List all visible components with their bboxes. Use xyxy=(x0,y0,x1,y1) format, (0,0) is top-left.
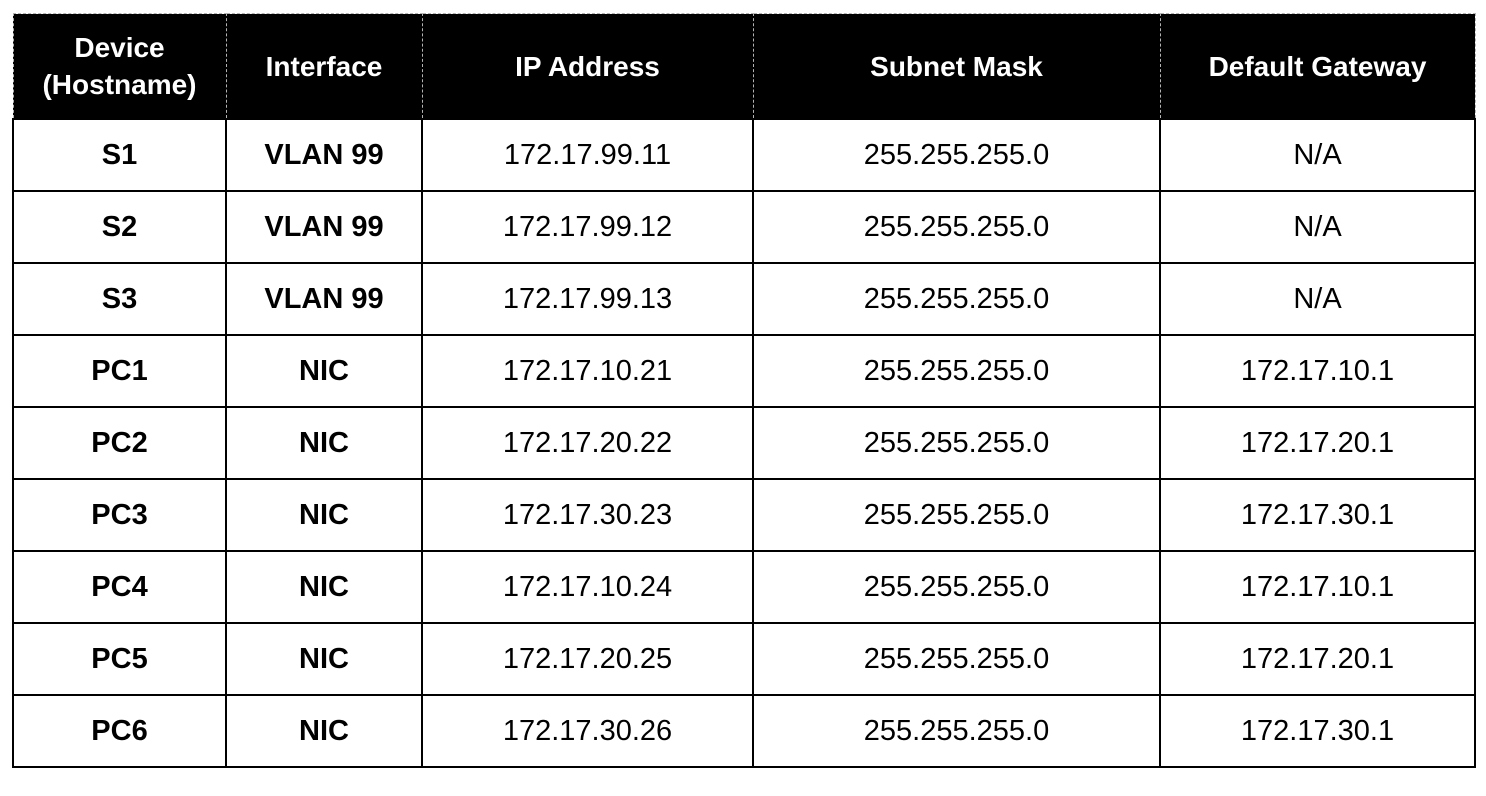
cell-default-gateway: 172.17.10.1 xyxy=(1159,334,1476,408)
cell-ip-address: 172.17.20.25 xyxy=(421,622,754,696)
table-row: PC4 NIC 172.17.10.24 255.255.255.0 172.1… xyxy=(12,550,1476,624)
cell-default-gateway: 172.17.20.1 xyxy=(1159,406,1476,480)
cell-device: S1 xyxy=(12,118,227,192)
table-row: S1 VLAN 99 172.17.99.11 255.255.255.0 N/… xyxy=(12,118,1476,192)
cell-default-gateway: 172.17.10.1 xyxy=(1159,550,1476,624)
cell-device: PC4 xyxy=(12,550,227,624)
cell-subnet-mask: 255.255.255.0 xyxy=(752,622,1161,696)
cell-device: S3 xyxy=(12,262,227,336)
cell-interface: NIC xyxy=(225,622,423,696)
table-row: PC3 NIC 172.17.30.23 255.255.255.0 172.1… xyxy=(12,478,1476,552)
cell-interface: NIC xyxy=(225,406,423,480)
cell-interface: VLAN 99 xyxy=(225,262,423,336)
cell-subnet-mask: 255.255.255.0 xyxy=(752,262,1161,336)
cell-subnet-mask: 255.255.255.0 xyxy=(752,334,1161,408)
cell-device: PC3 xyxy=(12,478,227,552)
cell-ip-address: 172.17.10.24 xyxy=(421,550,754,624)
cell-device: PC5 xyxy=(12,622,227,696)
header-ip-address: IP Address xyxy=(421,13,754,120)
cell-ip-address: 172.17.10.21 xyxy=(421,334,754,408)
cell-default-gateway: 172.17.30.1 xyxy=(1159,478,1476,552)
cell-subnet-mask: 255.255.255.0 xyxy=(752,406,1161,480)
table-row: PC1 NIC 172.17.10.21 255.255.255.0 172.1… xyxy=(12,334,1476,408)
table-body: S1 VLAN 99 172.17.99.11 255.255.255.0 N/… xyxy=(12,118,1476,768)
cell-device: PC6 xyxy=(12,694,227,768)
cell-device: PC2 xyxy=(12,406,227,480)
cell-interface: NIC xyxy=(225,694,423,768)
cell-default-gateway: N/A xyxy=(1159,190,1476,264)
table-row: S2 VLAN 99 172.17.99.12 255.255.255.0 N/… xyxy=(12,190,1476,264)
addressing-table: Device (Hostname) Interface IP Address S… xyxy=(12,13,1476,768)
cell-device: S2 xyxy=(12,190,227,264)
cell-interface: NIC xyxy=(225,334,423,408)
table-header: Device (Hostname) Interface IP Address S… xyxy=(12,13,1476,120)
cell-interface: VLAN 99 xyxy=(225,190,423,264)
cell-ip-address: 172.17.20.22 xyxy=(421,406,754,480)
cell-subnet-mask: 255.255.255.0 xyxy=(752,694,1161,768)
cell-default-gateway: 172.17.30.1 xyxy=(1159,694,1476,768)
cell-subnet-mask: 255.255.255.0 xyxy=(752,550,1161,624)
cell-ip-address: 172.17.99.13 xyxy=(421,262,754,336)
table-row: S3 VLAN 99 172.17.99.13 255.255.255.0 N/… xyxy=(12,262,1476,336)
cell-device: PC1 xyxy=(12,334,227,408)
header-device-line1: Device xyxy=(74,32,165,63)
header-interface: Interface xyxy=(225,13,423,120)
table-row: PC2 NIC 172.17.20.22 255.255.255.0 172.1… xyxy=(12,406,1476,480)
header-device-line2: (Hostname) xyxy=(42,69,197,100)
cell-interface: NIC xyxy=(225,550,423,624)
header-row: Device (Hostname) Interface IP Address S… xyxy=(12,13,1476,120)
cell-interface: VLAN 99 xyxy=(225,118,423,192)
cell-ip-address: 172.17.30.26 xyxy=(421,694,754,768)
cell-interface: NIC xyxy=(225,478,423,552)
cell-subnet-mask: 255.255.255.0 xyxy=(752,118,1161,192)
cell-ip-address: 172.17.99.11 xyxy=(421,118,754,192)
cell-subnet-mask: 255.255.255.0 xyxy=(752,478,1161,552)
cell-default-gateway: N/A xyxy=(1159,118,1476,192)
table-row: PC6 NIC 172.17.30.26 255.255.255.0 172.1… xyxy=(12,694,1476,768)
header-default-gateway: Default Gateway xyxy=(1159,13,1476,120)
table-row: PC5 NIC 172.17.20.25 255.255.255.0 172.1… xyxy=(12,622,1476,696)
header-subnet-mask: Subnet Mask xyxy=(752,13,1161,120)
cell-default-gateway: N/A xyxy=(1159,262,1476,336)
header-device: Device (Hostname) xyxy=(12,13,227,120)
cell-ip-address: 172.17.30.23 xyxy=(421,478,754,552)
cell-subnet-mask: 255.255.255.0 xyxy=(752,190,1161,264)
cell-ip-address: 172.17.99.12 xyxy=(421,190,754,264)
cell-default-gateway: 172.17.20.1 xyxy=(1159,622,1476,696)
